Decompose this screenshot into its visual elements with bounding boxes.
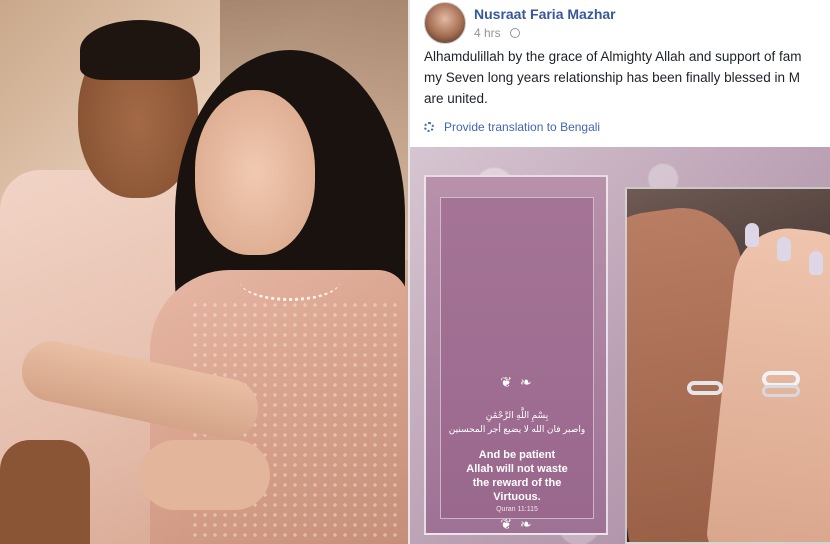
post-header: Nusraat Faria Mazhar 4 hrs <box>424 2 824 46</box>
man-hair <box>80 20 200 80</box>
fingernail <box>745 223 759 247</box>
post-image[interactable]: ❦ ❧ بِسْمِ اللَّهِ الرَّحْمَٰنِ واصبر فا… <box>410 147 830 544</box>
arabic-line-2: واصبر فان الله لا يضيع أجر المحسنين <box>448 424 586 434</box>
verse-line: And be patient <box>478 449 556 461</box>
ring-man <box>687 381 723 395</box>
ring-woman-band <box>762 385 800 397</box>
ornament-top: ❦ ❧ <box>500 374 534 390</box>
post-text-line: my Seven long years relationship has bee… <box>424 70 800 85</box>
verse-card: ❦ ❧ بِسْمِ اللَّهِ الرَّحْمَٰنِ واصبر فا… <box>424 175 608 535</box>
facebook-post: Nusraat Faria Mazhar 4 hrs Alhamdulillah… <box>408 0 830 544</box>
rings-photo <box>625 187 830 544</box>
author-avatar[interactable] <box>424 2 466 44</box>
translate-label: Provide translation to Bengali <box>444 120 601 134</box>
arabic-line-1: بِسْمِ اللَّهِ الرَّحْمَٰنِ <box>485 410 549 420</box>
woman-hand <box>140 440 270 510</box>
fingernail <box>809 251 823 275</box>
post-timestamp[interactable]: 4 hrs <box>474 26 501 40</box>
ornament-bottom: ❦ ❧ <box>500 516 534 532</box>
post-text-line: are united. <box>424 91 488 106</box>
verse-line: Allah will not waste <box>466 463 568 475</box>
verse-line: the reward of the <box>472 477 562 489</box>
translate-link[interactable]: Provide translation to Bengali <box>424 120 600 134</box>
man-hand <box>0 440 90 544</box>
couple-photo <box>0 0 408 544</box>
verse-card-inner: ❦ ❧ بِسْمِ اللَّهِ الرَّحْمَٰنِ واصبر فا… <box>440 197 594 532</box>
post-text-line: Alhamdulillah by the grace of Almighty A… <box>424 49 802 64</box>
verse-reference: Quran 11:115 <box>496 506 538 513</box>
necklace <box>240 262 340 301</box>
verse-english: And be patient Allah will not waste the … <box>441 448 593 504</box>
woman-face <box>195 90 315 255</box>
author-name-link[interactable]: Nusraat Faria Mazhar <box>474 6 616 22</box>
post-time-text: 4 hrs <box>474 26 501 40</box>
gear-icon <box>424 122 434 132</box>
verse-line: Virtuous. <box>493 491 541 503</box>
fingernail <box>777 237 791 261</box>
globe-icon <box>510 28 520 38</box>
post-text: Alhamdulillah by the grace of Almighty A… <box>424 46 830 109</box>
